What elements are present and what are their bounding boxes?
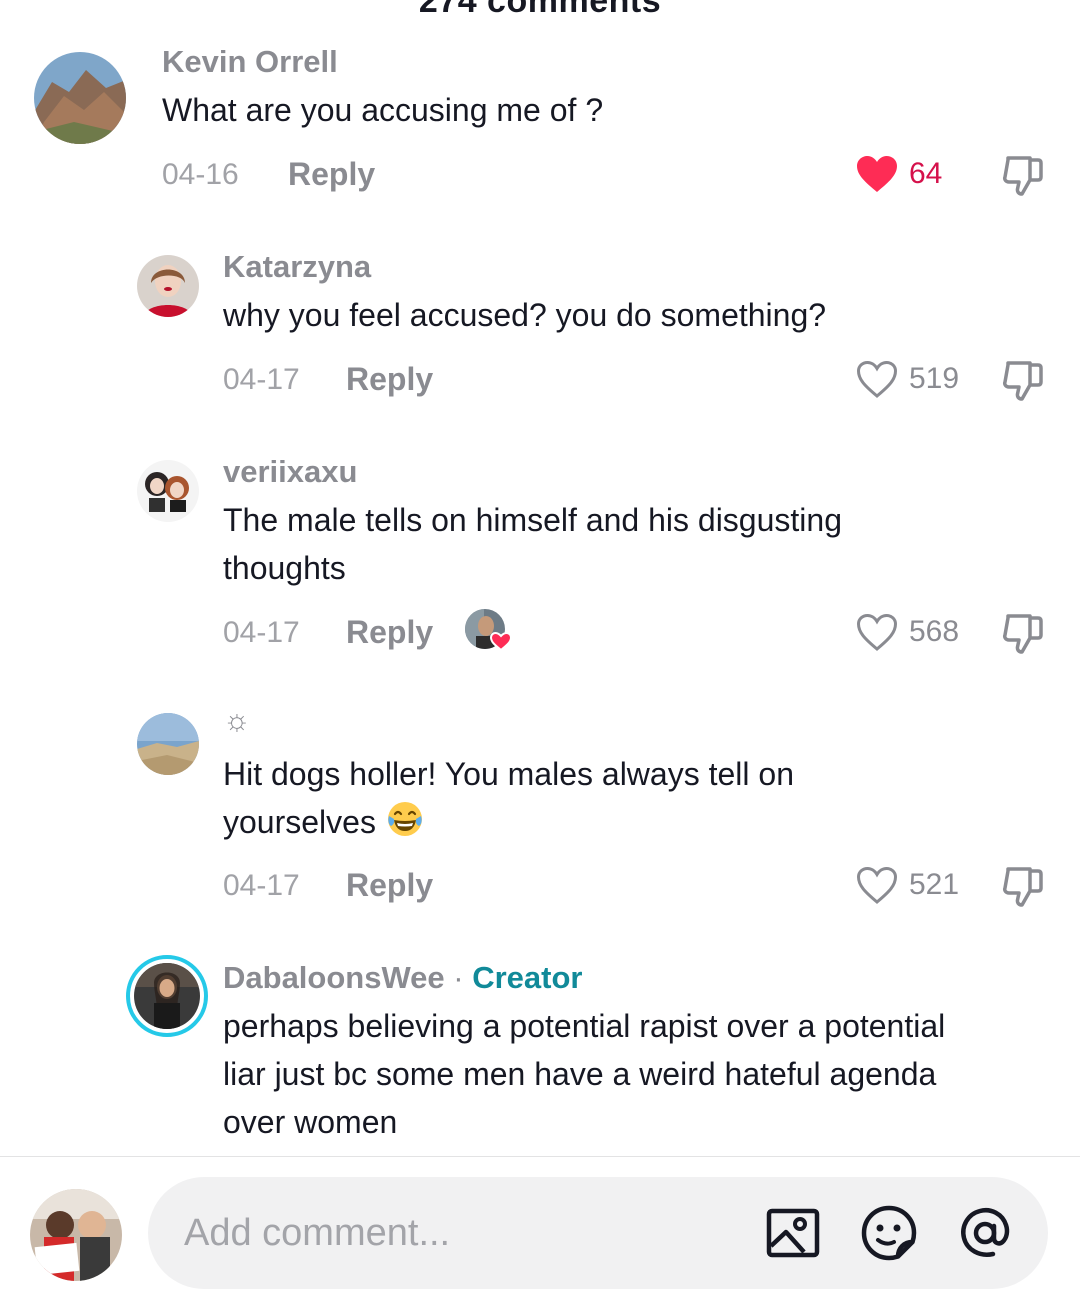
at-mention-icon[interactable] xyxy=(956,1204,1014,1262)
creator-badge: Creator xyxy=(472,960,583,995)
comment-username[interactable]: veriixaxu xyxy=(223,454,357,490)
creator-liked-avatar-icon xyxy=(464,608,514,652)
avatar[interactable] xyxy=(137,255,199,317)
heart-icon xyxy=(856,866,898,904)
comment-text: perhaps believing a potential rapist ove… xyxy=(223,1008,946,1140)
comment-username[interactable]: Katarzyna xyxy=(223,249,371,285)
like-count: 521 xyxy=(909,868,960,901)
image-icon[interactable] xyxy=(764,1204,822,1262)
comment-text: Hit dogs holler! You males always tell o… xyxy=(223,750,923,846)
like-count: 519 xyxy=(909,362,960,395)
creator-username[interactable]: DabaloonsWee xyxy=(223,960,445,995)
like-count: 568 xyxy=(909,615,960,648)
creator-separator: · xyxy=(453,960,464,995)
reply-button[interactable]: Reply xyxy=(288,156,375,193)
comment-text: What are you accusing me of ? xyxy=(162,92,604,128)
thumbs-down-icon[interactable] xyxy=(1000,610,1046,656)
reply-button[interactable]: Reply xyxy=(346,361,433,398)
comment-text: why you feel accused? you do something? xyxy=(223,297,827,333)
comment-text: The male tells on himself and his disgus… xyxy=(223,502,842,586)
laughing-tears-emoji xyxy=(387,802,422,836)
comments-count-title: 274 comments xyxy=(418,0,662,20)
like-count: 64 xyxy=(909,157,943,190)
emoji-sticker-icon[interactable] xyxy=(860,1204,918,1262)
comment-date: 04-17 xyxy=(223,616,300,649)
comment-username: DabaloonsWee · Creator xyxy=(223,960,583,996)
like-button[interactable]: 521 xyxy=(855,865,959,905)
comment-input[interactable] xyxy=(184,1197,744,1269)
thumbs-down-icon[interactable] xyxy=(1000,357,1046,403)
comment-username[interactable]: Kevin Orrell xyxy=(162,44,338,80)
comment-text-content: Hit dogs holler! You males always tell o… xyxy=(223,756,794,840)
comment-composer xyxy=(0,1157,1080,1310)
comment-username[interactable]: ☼ xyxy=(223,704,251,738)
reply-button[interactable]: Reply xyxy=(346,867,433,904)
comment-date: 04-16 xyxy=(162,158,239,191)
avatar[interactable] xyxy=(137,713,199,775)
heart-icon xyxy=(856,613,898,651)
avatar[interactable] xyxy=(34,52,126,144)
reply-button[interactable]: Reply xyxy=(346,614,433,651)
like-button[interactable]: 568 xyxy=(855,612,959,652)
comment-input-container[interactable] xyxy=(148,1177,1048,1289)
avatar[interactable] xyxy=(126,955,208,1037)
avatar[interactable] xyxy=(137,460,199,522)
comment-date: 04-17 xyxy=(223,869,300,902)
current-user-avatar[interactable] xyxy=(30,1189,122,1281)
like-button[interactable]: 64 xyxy=(855,154,942,194)
thumbs-down-icon[interactable] xyxy=(1000,863,1046,909)
heart-icon xyxy=(856,360,898,398)
heart-icon xyxy=(857,156,897,192)
like-button[interactable]: 519 xyxy=(855,359,959,399)
comment-date: 04-17 xyxy=(223,363,300,396)
thumbs-down-icon[interactable] xyxy=(1000,152,1046,198)
